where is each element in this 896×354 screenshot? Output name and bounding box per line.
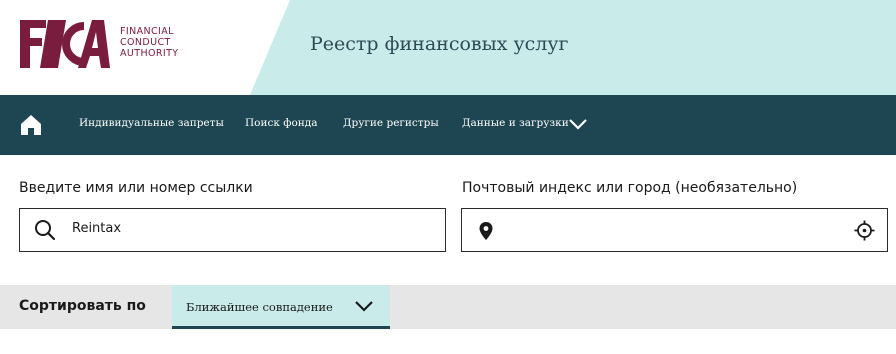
sort-select[interactable]: Ближайшее совпадение bbox=[172, 285, 390, 329]
nav-item-other-registers[interactable]: Другие регистры bbox=[343, 117, 439, 129]
location-field-label: Почтовый индекс или город (необязательно… bbox=[462, 180, 798, 196]
search-icon bbox=[35, 220, 56, 241]
logo-wordmark: FINANCIAL CONDUCT AUTHORITY bbox=[120, 26, 179, 59]
location-pin-icon bbox=[479, 222, 493, 240]
fca-logo[interactable]: FINANCIAL CONDUCT AUTHORITY bbox=[18, 14, 198, 74]
logo-line: CONDUCT bbox=[120, 37, 171, 48]
chevron-down-icon bbox=[355, 301, 373, 312]
nav-item-individual-bans[interactable]: Индивидуальные запреты bbox=[79, 117, 224, 129]
name-search-value: Reintax bbox=[72, 221, 122, 236]
site-header: FINANCIAL CONDUCT AUTHORITY Реестр финан… bbox=[0, 0, 896, 95]
crosshair-icon[interactable] bbox=[854, 220, 875, 241]
sort-bar: Сортировать по Ближайшее совпадение bbox=[0, 285, 896, 329]
nav-item-data-downloads[interactable]: Данные и загрузки bbox=[462, 117, 569, 129]
logo-line: FINANCIAL bbox=[120, 26, 174, 37]
location-input[interactable] bbox=[461, 208, 888, 252]
logo-line: AUTHORITY bbox=[120, 48, 179, 59]
main-nav: Индивидуальные запреты Поиск фонда Други… bbox=[0, 95, 896, 155]
page-title: Реестр финансовых услуг bbox=[310, 33, 569, 55]
nav-item-fund-search[interactable]: Поиск фонда bbox=[245, 117, 318, 129]
chevron-down-icon[interactable] bbox=[568, 117, 588, 131]
name-field-label: Введите имя или номер ссылки bbox=[19, 180, 253, 196]
sort-label: Сортировать по bbox=[19, 298, 146, 314]
fca-logo-mark bbox=[20, 20, 110, 68]
name-search-input[interactable]: Reintax bbox=[19, 208, 446, 252]
sort-selected-value: Ближайшее совпадение bbox=[186, 300, 333, 314]
home-icon[interactable] bbox=[19, 113, 43, 137]
